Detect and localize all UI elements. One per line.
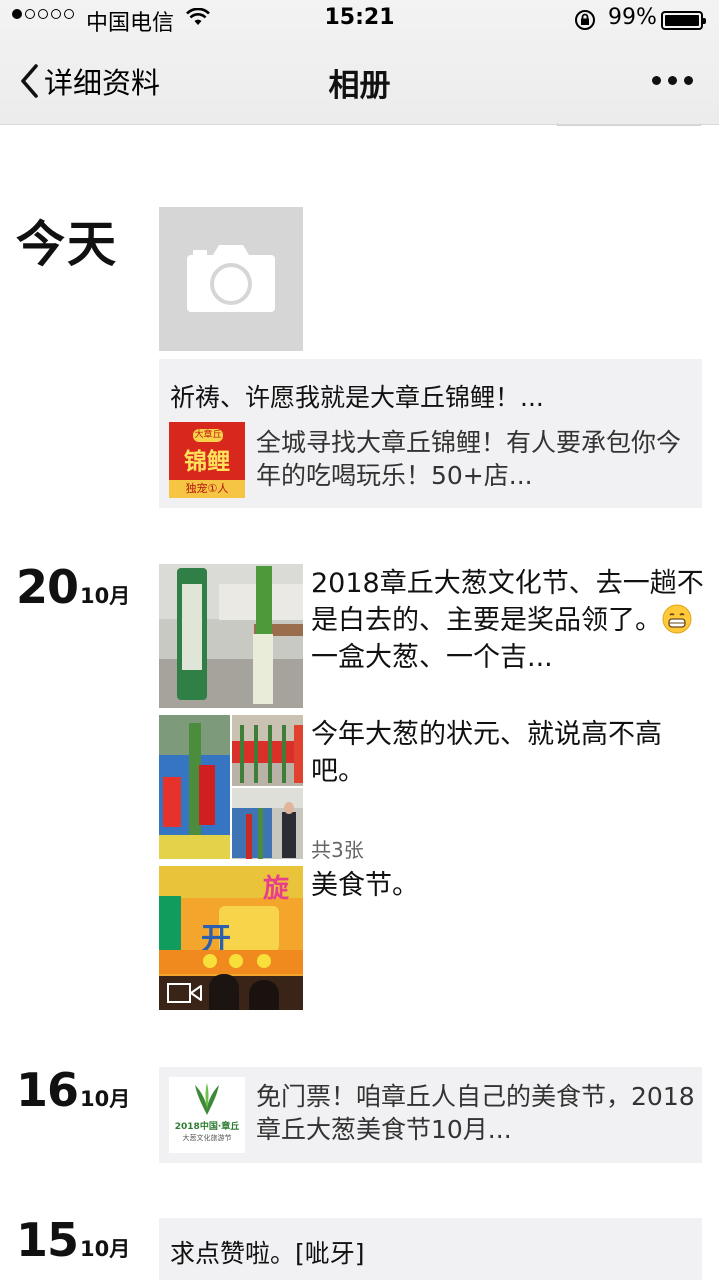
post-text-food-festival[interactable]: 美食节。 (311, 867, 711, 904)
date-month: 10月 (80, 1087, 131, 1111)
date-label-today: 今天 (16, 216, 119, 273)
post-text-part2: 一盒大葱、一个吉... (311, 642, 553, 673)
thumb-text-main: 锦鲤 (184, 449, 230, 475)
thumb-text-bottom: 独宠①人 (169, 480, 245, 498)
rotation-lock-icon (575, 10, 595, 30)
video-camera-icon (167, 983, 202, 1003)
date-day: 16 (16, 1063, 79, 1117)
date-day: 15 (16, 1213, 79, 1267)
page-title: 相册 (328, 68, 391, 104)
more-dot-icon (684, 76, 693, 85)
thumb-text-top: 大章丘 (193, 429, 223, 442)
shared-link-card[interactable]: 2018中国·章丘 大葱文化旅游节 免门票！咱章丘人自己的美食节，2018章丘大… (159, 1067, 702, 1163)
more-dot-icon (668, 76, 677, 85)
status-bar: 中国电信 15:21 99% (0, 0, 719, 40)
date-label-oct-15: 15 10月 (16, 1213, 130, 1267)
top-bar: 中国电信 15:21 99% 详细资料 相册 (0, 0, 719, 125)
video-food-festival[interactable]: 开 旋 (159, 866, 303, 1010)
photo-onion-champion-3[interactable] (232, 788, 303, 859)
date-day: 20 (16, 560, 79, 614)
post-text-onion-champion[interactable]: 今年大葱的状元、就说高不高吧。 (311, 716, 711, 790)
link-title: 免门票！咱章丘人自己的美食节，2018章丘大葱美食节10月... (256, 1082, 695, 1144)
text-post-card[interactable]: 求点赞啦。[呲牙] (159, 1218, 702, 1280)
shared-post-card[interactable]: 祈祷、许愿我就是大章丘锦鲤！... 大章丘 锦鲤 独宠①人 全城寻找大章丘锦鲤！… (159, 359, 702, 508)
post-text-part1: 2018章丘大葱文化节、去一趟不是白去的、主要是奖品领了。 (311, 568, 704, 636)
date-month: 10月 (80, 1237, 131, 1261)
post-caption: 求点赞啦。[呲牙] (170, 1239, 365, 1268)
camera-icon (187, 245, 275, 312)
festival-logo-thumbnail: 2018中国·章丘 大葱文化旅游节 (169, 1077, 245, 1153)
navigation-bar: 详细资料 相册 (0, 44, 719, 120)
thumb-sub-text: 大葱文化旅游节 (182, 1134, 232, 1142)
battery-percent: 99% (608, 5, 657, 30)
battery-icon (661, 11, 706, 30)
koi-thumbnail: 大章丘 锦鲤 独宠①人 (169, 422, 245, 498)
photo-onion-champion-2[interactable] (232, 715, 303, 786)
grin-emoji-icon (662, 604, 692, 634)
post-caption: 祈祷、许愿我就是大章丘锦鲤！... (170, 383, 544, 412)
more-options-button[interactable] (652, 76, 693, 85)
more-dot-icon (652, 76, 661, 85)
date-label-oct-16: 16 10月 (16, 1063, 130, 1117)
link-title: 全城寻找大章丘锦鲤！有人要承包你今年的吃喝玩乐！50+店... (256, 428, 682, 490)
photo-onion-champion-1[interactable] (159, 715, 230, 859)
onion-logo-icon (195, 1083, 219, 1115)
post-text-onion-festival[interactable]: 2018章丘大葱文化节、去一趟不是白去的、主要是奖品领了。一盒大葱、一个吉... (311, 565, 711, 677)
photo-green-onion[interactable] (159, 564, 303, 708)
add-photo-button[interactable] (159, 207, 303, 351)
photo-count: 共3张 (311, 838, 364, 862)
scroll-edge-decoration (557, 123, 701, 126)
date-label-oct-20: 20 10月 (16, 560, 130, 614)
date-month: 10月 (80, 584, 131, 608)
thumb-logo-text: 2018中国·章丘 (174, 1122, 240, 1132)
poster-text-side: 旋 (263, 874, 290, 904)
